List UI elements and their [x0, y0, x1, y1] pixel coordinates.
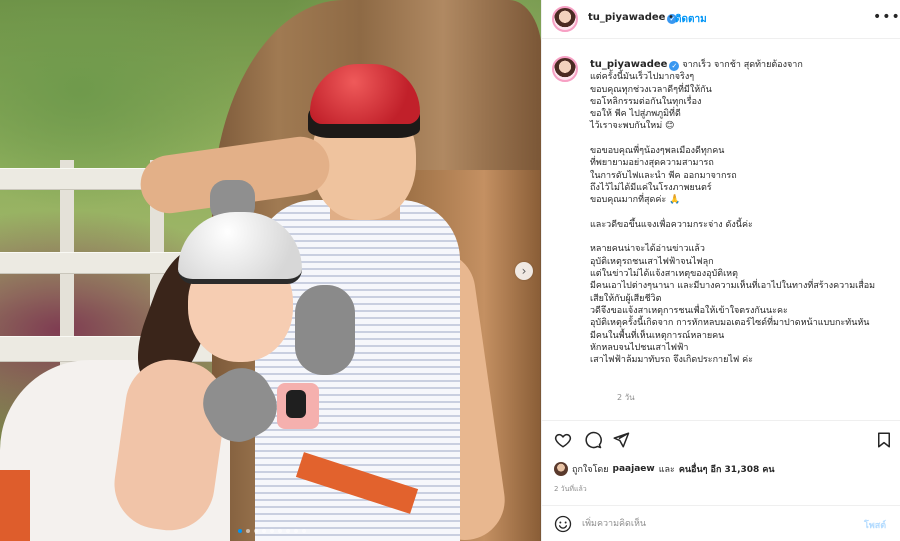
caption-age: 2 วัน	[617, 393, 635, 402]
likes-summary: ถูกใจโดย paajaew และ คนอื่นๆ อีก 31,308 …	[554, 462, 775, 476]
paper-plane-icon[interactable]	[612, 431, 630, 449]
caption-line: ในการดับไฟและนำ พีค ออกมาจากรถ	[590, 170, 737, 181]
separator-dot: •	[668, 12, 674, 23]
caption-line: ขอบคุณมากที่สุดค่ะ 🙏	[590, 195, 681, 206]
caption-line: ที่พยายามอย่างสุดความสามารถ	[590, 158, 714, 169]
header-username[interactable]: tu_piyawadee ✓	[588, 12, 678, 24]
posted-time: 2 วันที่แล้ว	[554, 485, 587, 493]
caption-line: ขอโหลิกรรมต่อกันในทุกเรื่อง	[590, 96, 702, 107]
carousel-dot[interactable]	[254, 529, 258, 533]
carousel-dot[interactable]	[278, 529, 282, 533]
post-photo[interactable]: ›	[0, 0, 541, 541]
caption-line: วดีจึงขอแจ้งสาเหตุการชนเพื่อให้เข้าใจตรง…	[590, 305, 788, 316]
more-horizontal-icon[interactable]: •••	[873, 9, 900, 25]
caption-line: แต่ครั้งนี้มันเร็วไปมากจริงๆ	[590, 72, 695, 83]
likes-count[interactable]: คนอื่นๆ อีก 31,308 คน	[679, 462, 775, 476]
avatar[interactable]	[552, 56, 578, 82]
caption-line: อุบัติเหตุครั้งนี้เกิดจาก การหักหลบมอเตอ…	[590, 318, 870, 329]
caption-line: ขอให้ พีค ไปสู่ภพภูมิที่ดี	[590, 109, 681, 120]
smartwatch	[286, 390, 306, 418]
harness-strap	[0, 470, 30, 541]
caption-line: เสียให้กับผู้เสียชีวิต	[590, 293, 662, 304]
chevron-right-icon[interactable]: ›	[515, 262, 533, 280]
follow-button[interactable]: ติดตาม	[675, 12, 707, 27]
post-sidebar: tu_piyawadee ✓ • ติดตาม ••• tu_piyawadee ✓…	[541, 0, 900, 541]
caption-line: เสาไฟฟ้าล้มมาทับรถ จึงเกิดประกายไฟ ค่ะ	[590, 355, 753, 366]
heart-icon[interactable]	[554, 431, 572, 449]
likes-middle: และ	[658, 465, 675, 475]
carousel-dot[interactable]	[294, 529, 298, 533]
comment-input[interactable]	[582, 516, 852, 532]
comment-icon[interactable]	[584, 431, 602, 449]
carousel-dot[interactable]	[302, 529, 306, 533]
caption-line: ขอบคุณทุกช่วงเวลาดีๆที่มีให้กัน	[590, 84, 712, 95]
caption-line: อุบัติเหตุรถชนเสาไฟฟ้าจนไฟลุก	[590, 256, 714, 267]
caption-username[interactable]: tu_piyawadee ✓	[590, 59, 680, 71]
caption-line: ไว้เราจะพบกันใหม่ 😊	[590, 121, 675, 132]
avatar[interactable]	[552, 6, 578, 32]
verified-badge-icon: ✓	[669, 61, 680, 71]
carousel-dot[interactable]	[270, 529, 274, 533]
caption-line: ถึงไว้ไม่ได้มีแค่ในโรงภาพยนตร์	[590, 182, 712, 193]
bookmark-icon[interactable]	[875, 431, 893, 449]
liker-username[interactable]: paajaew	[613, 464, 655, 474]
liker-avatar[interactable]	[554, 462, 568, 476]
glove-peace-sign	[295, 285, 355, 375]
caption-text: tu_piyawadee ✓ จากเร็ว จากช้า สุดท้ายต้อง…	[590, 59, 895, 366]
caption-line: และวดีขอขึ้นแจงเพื่อความกระจ่าง ดังนี้ค่…	[590, 219, 753, 230]
caption-section: tu_piyawadee ✓ จากเร็ว จากช้า สุดท้ายต้อง…	[542, 40, 900, 415]
caption-line: แต่ในข่าวไม่ได้แจ้งสาเหตุของอุบัติเหตุ	[590, 269, 738, 280]
comment-bar: โพสต์	[542, 505, 900, 541]
caption-line: ขอขอบคุณพี่ๆน้องๆพลเมืองดีทุกคน	[590, 146, 725, 157]
caption-line: มีคนเอาไปต่างๆนานา และมีบางความเห็นที่เอ…	[590, 281, 876, 292]
carousel-dot[interactable]	[246, 529, 250, 533]
action-bar	[542, 420, 900, 460]
carousel-dot[interactable]	[286, 529, 290, 533]
caption-line: มีคนในพื้นที่เห็นเหตุการณ์หลายคน	[590, 330, 725, 341]
caption-line: หลายคนน่าจะได้อ่านข่าวแล้ว	[590, 244, 705, 255]
post-comment-button[interactable]: โพสต์	[864, 518, 886, 532]
caption-line: หักหลบจนไปชนเสาไฟฟ้า	[590, 342, 689, 353]
carousel-dot[interactable]	[262, 529, 266, 533]
likes-prefix: ถูกใจโดย	[572, 465, 609, 475]
carousel-dots	[238, 529, 306, 533]
smiley-icon[interactable]	[554, 515, 572, 533]
caption-line: จากเร็ว จากช้า สุดท้ายต้องจาก	[682, 60, 803, 70]
post-header: tu_piyawadee ✓ • ติดตาม •••	[542, 0, 900, 39]
carousel-dot[interactable]	[238, 529, 242, 533]
